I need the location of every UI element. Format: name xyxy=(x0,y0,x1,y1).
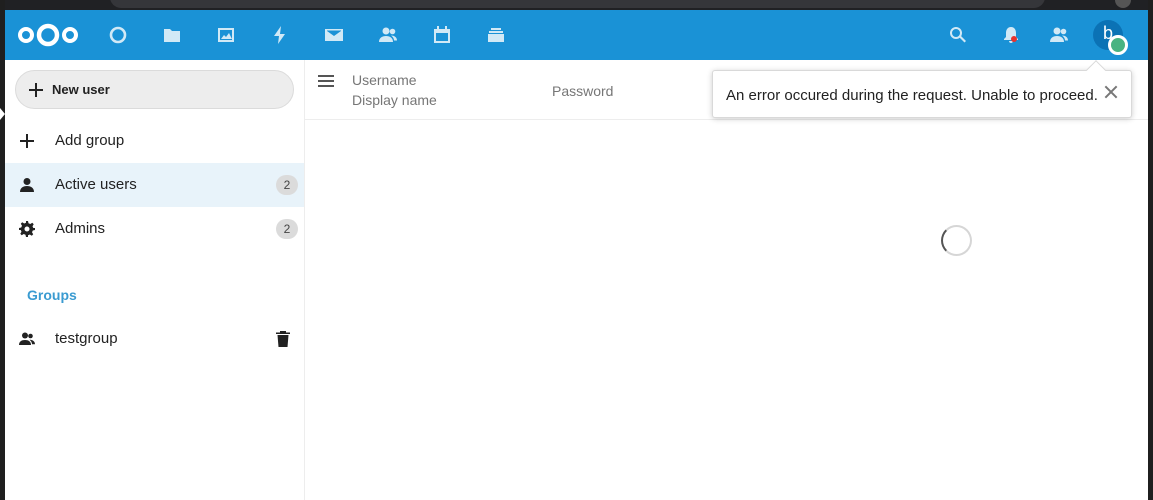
error-message: An error occured during the request. Una… xyxy=(726,87,1098,104)
admin-gear-icon xyxy=(19,221,35,237)
right-edge xyxy=(1148,0,1153,500)
column-username[interactable]: Username xyxy=(352,72,417,88)
user-icon xyxy=(19,177,35,193)
folder-icon[interactable] xyxy=(160,23,184,47)
mail-icon[interactable] xyxy=(322,23,346,47)
group-icon xyxy=(19,331,35,347)
contacts-menu-icon[interactable] xyxy=(1047,23,1071,47)
plus-icon xyxy=(19,133,35,149)
top-header: b xyxy=(5,10,1148,60)
hamburger-menu-icon[interactable] xyxy=(318,74,334,88)
notification-badge xyxy=(1011,36,1017,42)
admins-count: 2 xyxy=(276,219,298,239)
plus-icon xyxy=(28,82,44,98)
close-icon[interactable] xyxy=(1104,85,1118,99)
lightning-icon[interactable] xyxy=(268,23,292,47)
bell-icon[interactable] xyxy=(999,23,1023,47)
stack-icon[interactable] xyxy=(484,23,508,47)
browser-top-strip xyxy=(0,0,1153,10)
group-label: testgroup xyxy=(55,330,118,347)
add-group-label: Add group xyxy=(55,132,125,149)
calendar-icon[interactable] xyxy=(430,23,454,47)
active-users-count: 2 xyxy=(276,175,298,195)
column-password[interactable]: Password xyxy=(552,83,613,99)
admins-label: Admins xyxy=(55,220,106,237)
online-status-icon xyxy=(1108,35,1128,55)
sidebar: New user Add group Active users 2 Admins… xyxy=(5,60,305,500)
user-avatar[interactable]: b xyxy=(1093,20,1128,55)
new-user-button[interactable]: New user xyxy=(15,70,294,109)
groups-caption: Groups xyxy=(27,287,77,303)
sidebar-item-add-group[interactable]: Add group xyxy=(5,119,304,163)
active-users-label: Active users xyxy=(55,176,137,193)
users-main: Username Display name Password xyxy=(305,60,1148,500)
sidebar-item-active-users[interactable]: Active users 2 xyxy=(5,163,304,207)
dashboard-icon[interactable] xyxy=(106,23,130,47)
image-icon[interactable] xyxy=(214,23,238,47)
sidebar-item-testgroup[interactable]: testgroup xyxy=(5,317,304,361)
contacts-icon[interactable] xyxy=(376,23,400,47)
loading-spinner-icon xyxy=(941,225,972,256)
trash-icon[interactable] xyxy=(276,331,290,347)
sidebar-item-admins[interactable]: Admins 2 xyxy=(5,207,304,251)
nextcloud-logo-icon[interactable] xyxy=(17,22,79,48)
error-toast: An error occured during the request. Una… xyxy=(712,60,1132,118)
search-icon[interactable] xyxy=(946,23,970,47)
column-display-name[interactable]: Display name xyxy=(352,92,437,108)
new-user-label: New user xyxy=(52,82,110,97)
